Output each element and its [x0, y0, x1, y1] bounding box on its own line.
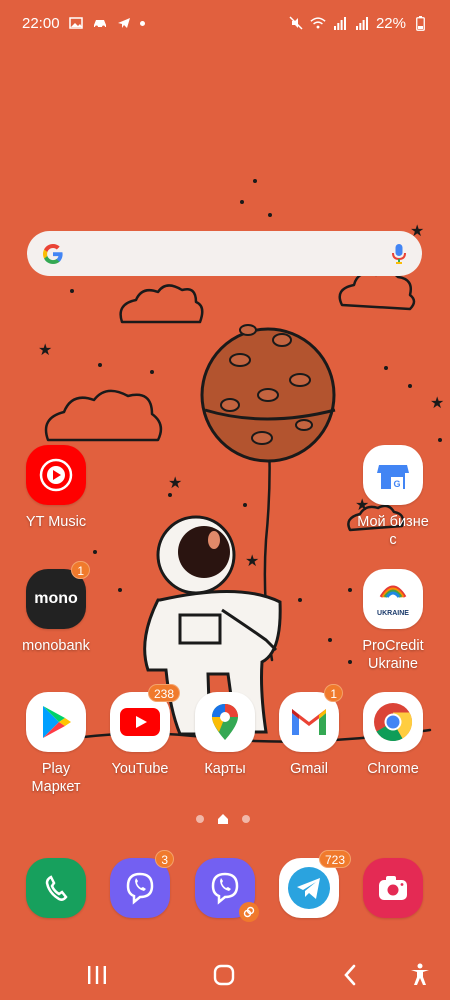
notification-badge: 1: [324, 684, 343, 702]
procredit-logo-text: UKRAINE: [377, 610, 409, 617]
app-maps[interactable]: Карты: [180, 692, 270, 778]
accessibility-icon[interactable]: [407, 962, 433, 988]
app-label: Карты: [204, 761, 246, 777]
play-store-icon: [26, 692, 86, 752]
app-gmail[interactable]: 1 Gmail: [264, 684, 354, 778]
page-dot[interactable]: [242, 815, 250, 823]
notification-badge: 723: [318, 850, 351, 868]
telegram-icon: 723: [279, 850, 351, 918]
google-business-icon: G: [363, 445, 423, 505]
search-input[interactable]: [75, 245, 390, 262]
app-google-business[interactable]: G Мой бизне с: [348, 445, 438, 549]
app-chrome[interactable]: Chrome: [348, 692, 438, 778]
telegram-status-icon: [116, 15, 132, 31]
app-monobank[interactable]: mono 1 monobank: [11, 561, 101, 655]
page-dot[interactable]: [196, 815, 204, 823]
app-label: ProCredit Ukraine: [362, 638, 424, 672]
yt-music-icon: [26, 445, 86, 505]
dock-telegram[interactable]: 723: [264, 850, 354, 918]
app-label: monobank: [22, 638, 90, 654]
mute-icon: [288, 15, 304, 31]
notification-badge: 3: [155, 850, 174, 868]
notification-badge: 1: [71, 561, 90, 579]
camera-icon: [363, 858, 423, 918]
image-icon: [68, 15, 84, 31]
svg-text:★: ★: [38, 340, 52, 359]
back-icon[interactable]: [337, 962, 363, 988]
chrome-icon: [363, 692, 423, 752]
app-play-market[interactable]: Play Маркет: [11, 692, 101, 796]
wifi-icon: [310, 15, 326, 31]
car-icon: [92, 15, 108, 31]
app-label: Gmail: [290, 761, 328, 777]
dock-camera[interactable]: [348, 858, 438, 918]
youtube-icon: 238: [110, 684, 180, 752]
monobank-icon: mono 1: [26, 561, 90, 629]
svg-text:★: ★: [168, 473, 182, 492]
app-yt-music[interactable]: YT Music: [11, 445, 101, 531]
maps-icon: [195, 692, 255, 752]
notification-badge: 238: [147, 684, 180, 702]
microphone-icon[interactable]: [390, 242, 408, 266]
battery-percent: 22%: [375, 14, 406, 32]
viber-icon: 3: [110, 850, 174, 918]
dual-messenger-icon: [239, 902, 259, 922]
google-search-bar[interactable]: [27, 231, 422, 276]
app-label: Chrome: [367, 761, 419, 777]
dock-viber[interactable]: 3: [95, 850, 185, 918]
gmail-icon: 1: [279, 684, 343, 752]
google-g-icon: [43, 243, 63, 264]
dot-icon: [139, 20, 145, 26]
procredit-icon: UKRAINE: [363, 569, 423, 629]
svg-text:★: ★: [245, 551, 259, 570]
home-icon[interactable]: [211, 962, 237, 988]
app-label: YT Music: [25, 514, 87, 530]
app-label: Play Маркет: [31, 761, 81, 795]
app-procredit[interactable]: UKRAINE ProCredit Ukraine: [348, 569, 438, 673]
page-indicator: [196, 814, 250, 824]
status-time: 22:00: [22, 14, 60, 32]
navigation-bar: [0, 948, 450, 1000]
app-youtube[interactable]: 238 YouTube: [95, 684, 185, 778]
svg-text:G: G: [393, 479, 400, 489]
monobank-logo-text: mono: [34, 590, 78, 607]
recents-icon[interactable]: [84, 962, 110, 988]
svg-text:★: ★: [430, 393, 444, 412]
app-label: YouTube: [111, 761, 169, 777]
phone-icon: [26, 858, 86, 918]
battery-icon: [412, 15, 428, 31]
app-label: Мой бизне с: [357, 514, 429, 548]
dock-phone[interactable]: [11, 858, 101, 918]
signal-icon: [332, 15, 348, 31]
status-bar: 22:00 22%: [0, 0, 450, 46]
viber-clone-icon: [195, 858, 259, 922]
home-page-indicator-icon[interactable]: [218, 814, 228, 824]
signal-icon: [354, 15, 370, 31]
dock-viber-clone[interactable]: [180, 858, 270, 922]
